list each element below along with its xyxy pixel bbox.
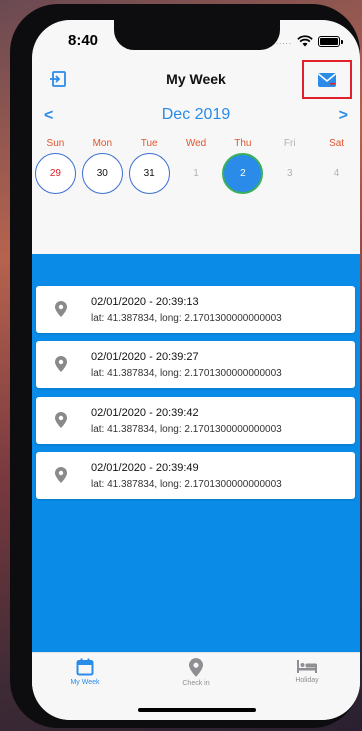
mail-button[interactable] [302,60,352,99]
location-pin-icon [55,301,67,317]
location-pin-icon [55,467,67,483]
tab-holiday[interactable]: Holiday [267,653,347,684]
weekday-thu: Thu [234,138,252,149]
checkin-location: lat: 41.387834, long: 2.1701300000000003 [91,479,282,490]
list-item[interactable]: 02/01/2020 - 20:39:27 lat: 41.387834, lo… [36,341,355,388]
checkin-datetime: 02/01/2020 - 20:39:49 [91,462,199,474]
checkin-datetime: 02/01/2020 - 20:39:27 [91,351,199,363]
phone-frame: 8:40 ..... My Week < Dec 2019 > Sun Mon … [10,4,360,728]
weekday-sat: Sat [329,138,345,149]
list-item[interactable]: 02/01/2020 - 20:39:49 lat: 41.387834, lo… [36,452,355,499]
location-pin-icon [55,356,67,372]
checkin-list[interactable]: 02/01/2020 - 20:39:13 lat: 41.387834, lo… [32,254,360,652]
day-29[interactable]: 29 [34,153,76,194]
app-screen: 8:40 ..... My Week < Dec 2019 > Sun Mon … [32,20,360,720]
tab-check-in[interactable]: Check in [156,653,236,687]
day-3[interactable]: 3 [269,153,310,194]
bed-icon [297,660,317,673]
checkin-location: lat: 41.387834, long: 2.1701300000000003 [91,424,282,435]
tab-label: Check in [182,680,210,687]
battery-icon [318,35,343,47]
location-pin-icon [189,658,203,677]
list-item[interactable]: 02/01/2020 - 20:39:13 lat: 41.387834, lo… [36,286,355,333]
tab-label: My Week [70,679,100,686]
weekday-mon: Mon [92,138,113,149]
calendar-icon [76,658,94,676]
tab-label: Holiday [295,677,319,684]
day-31[interactable]: 31 [128,153,170,194]
day-1[interactable]: 1 [176,153,217,194]
checkin-location: lat: 41.387834, long: 2.1701300000000003 [91,313,282,324]
wifi-icon [297,35,313,47]
weekday-sun: Sun [46,138,65,149]
status-time: 8:40 [68,32,99,49]
list-item[interactable]: 02/01/2020 - 20:39:42 lat: 41.387834, lo… [36,397,355,444]
next-month-button[interactable]: > [339,107,348,125]
checkin-location: lat: 41.387834, long: 2.1701300000000003 [91,368,282,379]
signal-dots: ..... [275,36,292,46]
checkin-datetime: 02/01/2020 - 20:39:13 [91,296,199,308]
checkin-datetime: 02/01/2020 - 20:39:42 [91,407,199,419]
nav-bar: My Week [32,60,360,99]
weekday-header: Sun Mon Tue Wed Thu Fri Sat [32,138,360,149]
day-30[interactable]: 30 [81,153,123,194]
weekday-tue: Tue [140,138,158,149]
month-selector: < Dec 2019 > [32,105,360,129]
weekday-fri: Fri [283,138,296,149]
day-2-selected[interactable]: 2 [222,153,264,194]
day-4[interactable]: 4 [316,153,357,194]
mail-icon [317,72,337,87]
device-notch [114,20,280,50]
weekday-wed: Wed [185,138,207,149]
status-icons: ..... [275,35,343,47]
location-pin-icon [55,412,67,428]
month-label: Dec 2019 [161,106,231,123]
home-indicator[interactable] [138,708,256,712]
day-row: 29 30 31 1 2 3 4 [32,153,360,194]
tab-my-week[interactable]: My Week [45,653,125,686]
